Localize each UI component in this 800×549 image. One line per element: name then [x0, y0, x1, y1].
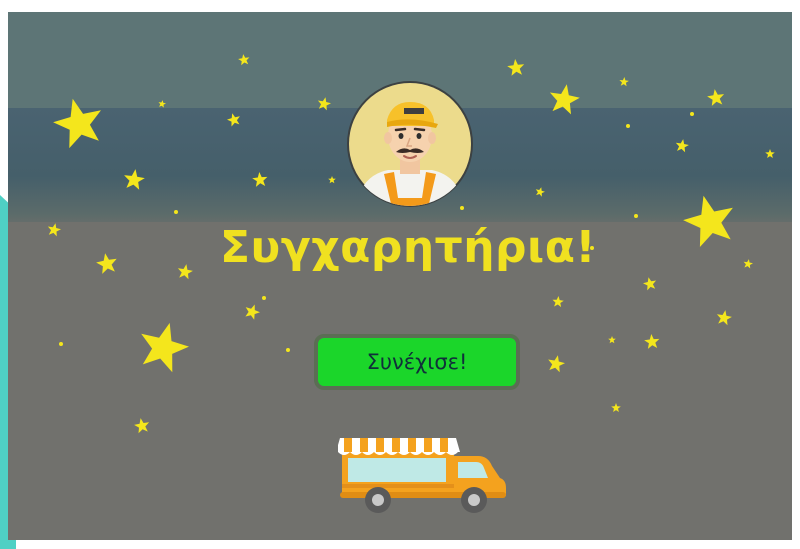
star-icon: [252, 172, 268, 187]
star-icon: [124, 169, 145, 190]
star-icon: [262, 296, 266, 300]
star-icon: [535, 187, 545, 197]
star-icon: [328, 176, 336, 184]
star-icon: [626, 124, 630, 128]
star-icon: [675, 139, 689, 153]
celebration-scene: Συγχαρητήρια! Συνέχισε!: [8, 12, 792, 540]
star-icon: [134, 418, 150, 434]
star-icon: [507, 59, 525, 76]
star-icon: [238, 54, 250, 66]
game-frame: Συγχαρητήρια! Συνέχισε!: [0, 0, 800, 549]
star-icon: [47, 223, 61, 237]
star-icon: [690, 112, 694, 116]
star-icon: [158, 100, 166, 108]
star-icon: [317, 97, 331, 111]
continue-button-label: Συνέχισε!: [366, 350, 468, 374]
star-icon: [608, 336, 616, 344]
star-icon: [286, 348, 290, 352]
star-icon: [59, 342, 63, 346]
star-icon: [611, 403, 621, 412]
star-icon: [716, 310, 732, 326]
star-icon: [227, 113, 240, 127]
star-icon: [634, 214, 638, 218]
star-icon: [683, 195, 733, 247]
star-icon: [141, 322, 189, 373]
star-icon: [96, 253, 117, 274]
star-icon: [643, 277, 657, 291]
food-truck-icon: [338, 438, 506, 513]
star-icon: [743, 259, 753, 269]
star-icon: [549, 84, 580, 115]
star-icon: [53, 98, 101, 149]
star-icon: [548, 355, 565, 373]
star-icon: [707, 89, 725, 106]
star-icon: [174, 210, 178, 214]
star-icon: [644, 334, 660, 349]
star-icon: [619, 77, 629, 87]
star-icon: [245, 304, 260, 320]
star-icon: [765, 149, 775, 158]
star-icon: [177, 264, 193, 280]
continue-button[interactable]: Συνέχισε!: [314, 334, 520, 390]
congratulations-title: Συγχαρητήρια!: [219, 222, 596, 273]
star-icon: [552, 296, 564, 308]
vendor-avatar-icon: [347, 81, 473, 207]
